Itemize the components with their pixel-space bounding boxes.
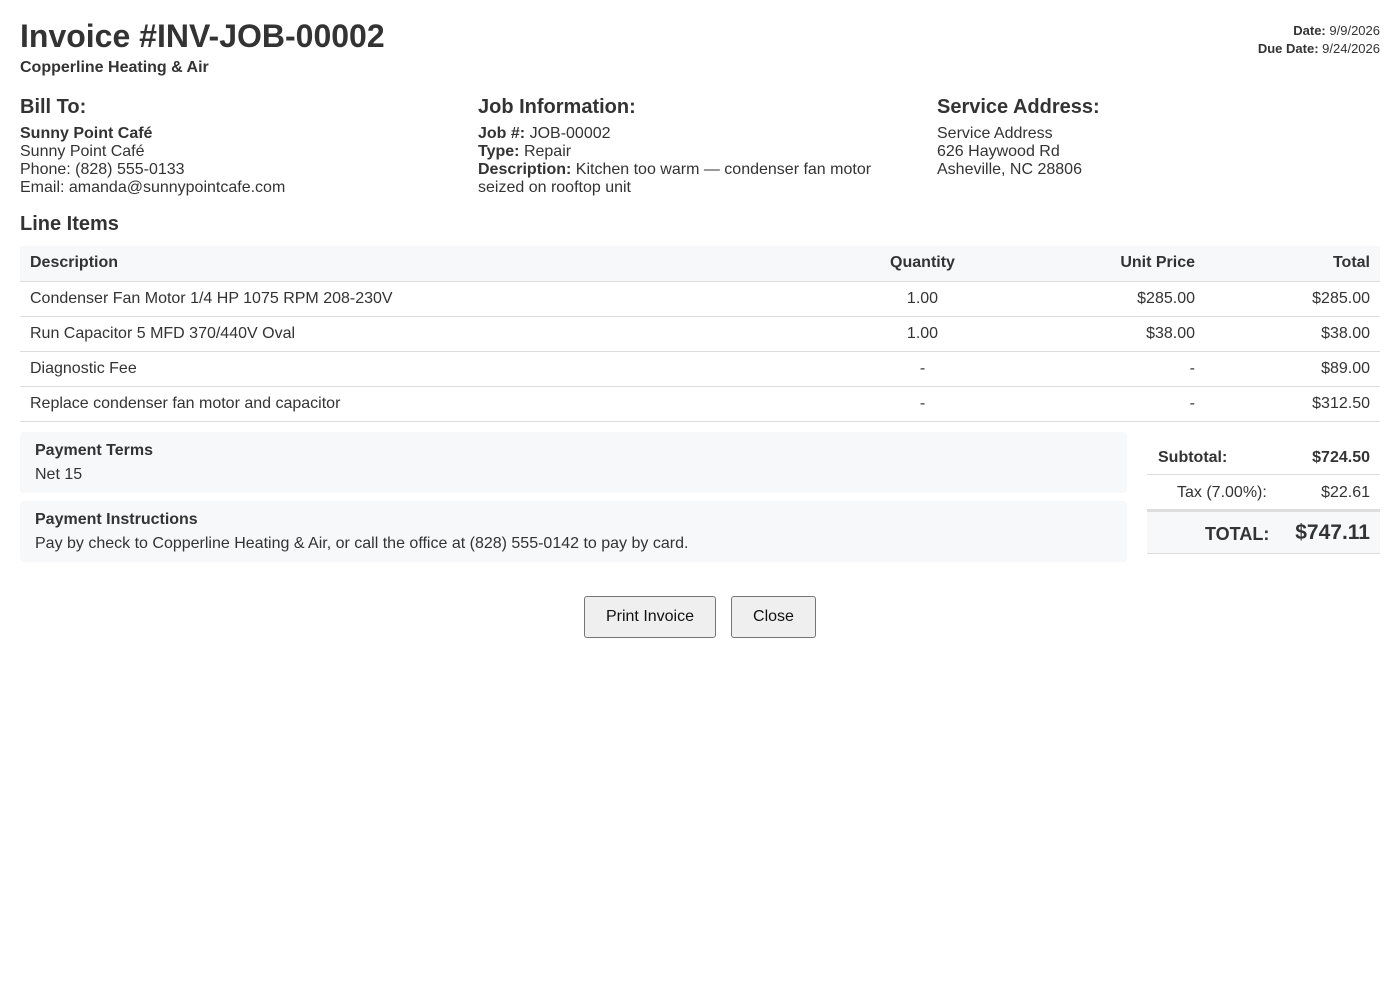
item-unit-price: $38.00 (1005, 316, 1205, 352)
item-unit-price: - (1005, 351, 1205, 387)
job-description-label: Description: (478, 161, 572, 178)
item-quantity: 1.00 (840, 316, 1005, 352)
job-type: Repair (523, 143, 572, 160)
close-button[interactable]: Close (731, 596, 816, 638)
tax-row: Tax (7.00%): $22.61 (1147, 475, 1380, 510)
due-date-line: Due Date: 9/24/2026 (1258, 40, 1380, 58)
invoice-date: 9/9/2026 (1329, 23, 1380, 38)
bill-to-heading: Bill To: (20, 96, 87, 118)
table-row: Condenser Fan Motor 1/4 HP 1075 RPM 208-… (20, 281, 1380, 317)
line-items-heading: Line Items (20, 213, 119, 235)
service-address-line1: Service Address (937, 125, 1053, 142)
item-unit-price: $285.00 (1005, 281, 1205, 317)
line-items-table: Description Quantity Unit Price Total Co… (20, 246, 1380, 422)
item-total: $38.00 (1205, 316, 1380, 352)
grand-total-value: $747.11 (1295, 521, 1370, 544)
job-type-line: Type: Repair (478, 143, 918, 161)
customer-email: Email: amanda@sunnypointcafe.com (20, 179, 286, 196)
item-total: $89.00 (1205, 351, 1380, 387)
totals-summary: Subtotal: $724.50 Tax (7.00%): $22.61 TO… (1147, 440, 1380, 554)
payment-terms-text: Net 15 (35, 466, 83, 483)
job-info-heading: Job Information: (478, 96, 636, 118)
service-address-heading: Service Address: (937, 96, 1100, 118)
due-date: 9/24/2026 (1322, 41, 1380, 56)
job-number: JOB-00002 (529, 125, 611, 142)
item-quantity: - (840, 351, 1005, 387)
info-section: Bill To: Sunny Point Café Sunny Point Ca… (20, 95, 1380, 205)
payment-instructions-box: Payment Instructions Pay by check to Cop… (20, 501, 1127, 562)
payment-instructions-text: Pay by check to Copperline Heating & Air… (35, 535, 689, 552)
item-total: $312.50 (1205, 386, 1380, 422)
table-row: Run Capacitor 5 MFD 370/440V Oval 1.00 $… (20, 316, 1380, 352)
bill-to-section: Bill To: Sunny Point Café Sunny Point Ca… (20, 95, 460, 197)
service-address-line2: 626 Haywood Rd (937, 143, 1060, 160)
payment-terms-title: Payment Terms (35, 442, 153, 459)
invoice-title: Invoice #INV-JOB-00002 (20, 18, 385, 54)
column-header-quantity: Quantity (840, 246, 1005, 282)
item-description: Condenser Fan Motor 1/4 HP 1075 RPM 208-… (20, 281, 840, 317)
item-description: Run Capacitor 5 MFD 370/440V Oval (20, 316, 840, 352)
subtotal-label: Subtotal: (1158, 449, 1228, 466)
column-header-unit-price: Unit Price (1005, 246, 1205, 282)
column-header-total: Total (1205, 246, 1380, 282)
job-number-line: Job #: JOB-00002 (478, 125, 918, 143)
item-unit-price: - (1005, 386, 1205, 422)
column-header-description: Description (20, 246, 840, 282)
grand-total-label: TOTAL: (1205, 524, 1270, 544)
invoice-page: Invoice #INV-JOB-00002 Copperline Heatin… (20, 0, 1380, 638)
due-date-label: Due Date: (1257, 41, 1319, 56)
subtotal-value: $724.50 (1312, 449, 1370, 466)
company-name: Copperline Heating & Air (20, 59, 209, 76)
tax-value: $22.61 (1321, 484, 1370, 501)
subtotal-row: Subtotal: $724.50 (1147, 440, 1380, 475)
customer-company: Sunny Point Café (20, 143, 145, 160)
invoice-dates: Date: 9/9/2026 Due Date: 9/24/2026 (1258, 22, 1380, 58)
payment-instructions-title: Payment Instructions (35, 511, 198, 528)
invoice-date-line: Date: 9/9/2026 (1258, 22, 1380, 40)
item-description: Diagnostic Fee (20, 351, 840, 387)
table-row: Replace condenser fan motor and capacito… (20, 386, 1380, 422)
service-address-section: Service Address: Service Address 626 Hay… (937, 95, 1377, 179)
table-header-row: Description Quantity Unit Price Total (20, 246, 1380, 282)
item-quantity: 1.00 (840, 281, 1005, 317)
item-total: $285.00 (1205, 281, 1380, 317)
job-description-line: Description: Kitchen too warm — condense… (478, 161, 918, 197)
payment-terms-box: Payment Terms Net 15 (20, 432, 1127, 493)
invoice-date-label: Date: (1293, 23, 1326, 38)
print-invoice-button[interactable]: Print Invoice (584, 596, 716, 638)
job-number-label: Job #: (478, 125, 526, 142)
customer-name: Sunny Point Café (20, 125, 153, 142)
table-row: Diagnostic Fee - - $89.00 (20, 351, 1380, 387)
customer-phone: Phone: (828) 555-0133 (20, 161, 185, 178)
tax-label: Tax (7.00%): (1177, 484, 1267, 501)
item-quantity: - (840, 386, 1005, 422)
invoice-header: Invoice #INV-JOB-00002 Copperline Heatin… (20, 0, 1380, 90)
item-description: Replace condenser fan motor and capacito… (20, 386, 840, 422)
service-address-line3: Asheville, NC 28806 (937, 161, 1082, 178)
grand-total-row: TOTAL: $747.11 (1147, 510, 1380, 554)
job-info-section: Job Information: Job #: JOB-00002 Type: … (478, 95, 918, 197)
job-type-label: Type: (478, 143, 520, 160)
